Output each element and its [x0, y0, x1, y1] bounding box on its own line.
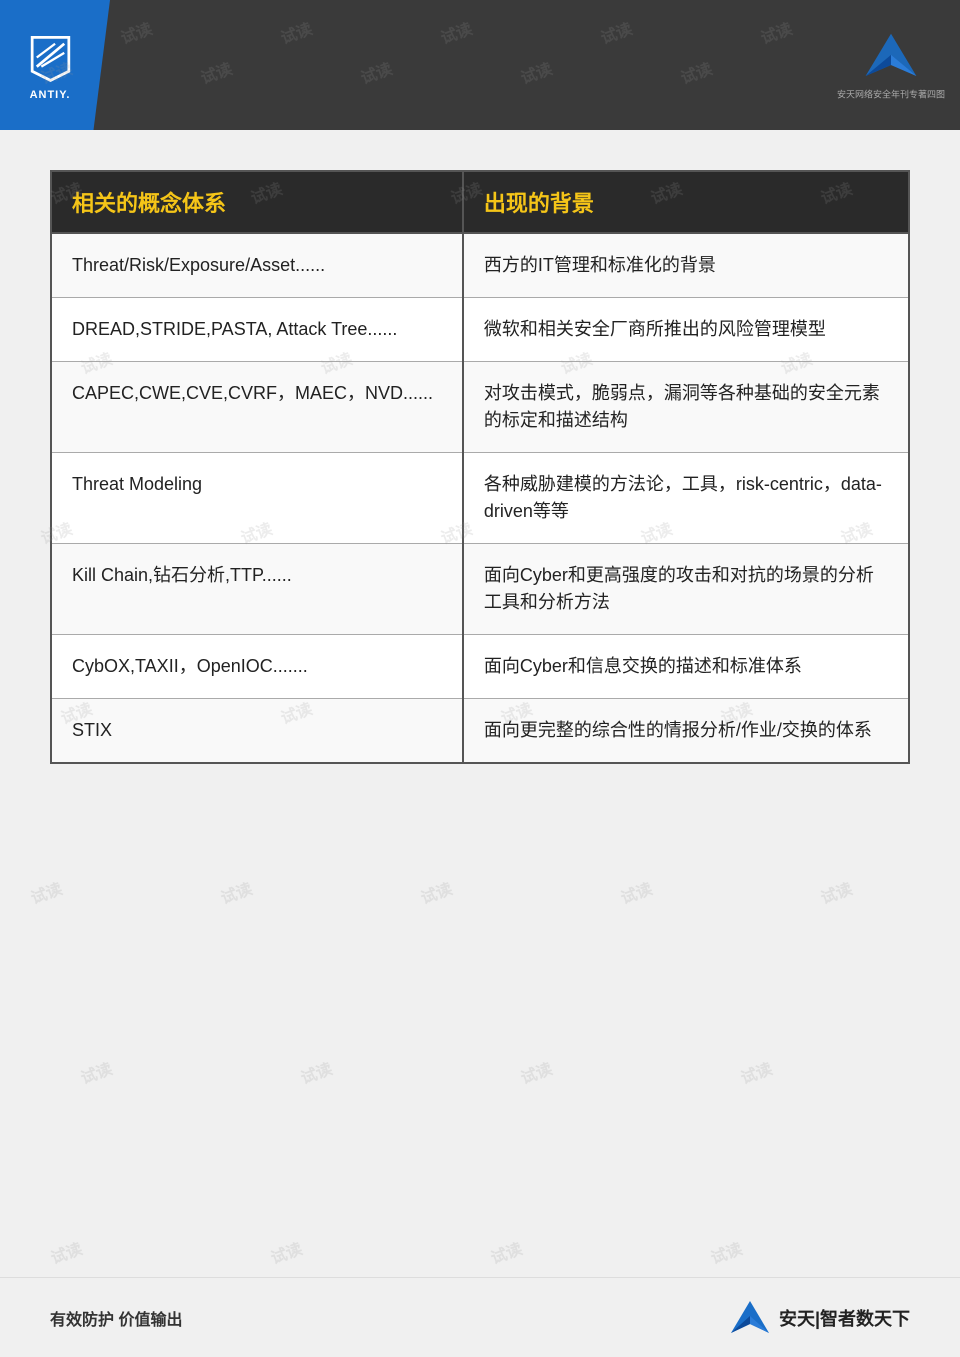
brand-subtitle: 安天网络安全年刊专著四图 — [837, 88, 945, 101]
table-cell-left: CAPEC,CWE,CVE,CVRF，MAEC，NVD...... — [51, 362, 463, 453]
watermark: 试读 — [517, 1055, 555, 1089]
table-cell-right: 各种威胁建模的方法论，工具，risk-centric，data-driven等等 — [463, 453, 909, 544]
table-cell-left: Kill Chain,钻石分析,TTP...... — [51, 544, 463, 635]
table-cell-left: DREAD,STRIDE,PASTA, Attack Tree...... — [51, 298, 463, 362]
header-brand: 安天网络安全年刊专著四图 — [837, 30, 945, 101]
table-cell-right: 面向Cyber和更高强度的攻击和对抗的场景的分析工具和分析方法 — [463, 544, 909, 635]
col1-header: 相关的概念体系 — [51, 171, 463, 233]
table-row: Threat/Risk/Exposure/Asset......西方的IT管理和… — [51, 233, 909, 298]
watermark: 试读 — [217, 875, 255, 909]
watermark: 试读 — [417, 875, 455, 909]
watermark: 试读 — [47, 1235, 85, 1269]
table-cell-right: 对攻击模式，脆弱点，漏洞等各种基础的安全元素的标定和描述结构 — [463, 362, 909, 453]
watermark: 试读 — [487, 1235, 525, 1269]
logo-text: ANTIY. — [30, 89, 71, 101]
footer: 有效防护 价值输出 安天|智者数天下 — [0, 1277, 960, 1357]
watermark: 试读 — [617, 875, 655, 909]
table-cell-left: CybOX,TAXII，OpenIOC....... — [51, 635, 463, 699]
footer-left-text: 有效防护 价值输出 — [50, 1306, 182, 1330]
main-content: 相关的概念体系 出现的背景 Threat/Risk/Exposure/Asset… — [0, 130, 960, 794]
col2-header: 出现的背景 — [463, 171, 909, 233]
table-row: STIX面向更完整的综合性的情报分析/作业/交换的体系 — [51, 699, 909, 764]
footer-brand-icon — [726, 1298, 774, 1338]
table-cell-left: STIX — [51, 699, 463, 764]
table-cell-left: Threat/Risk/Exposure/Asset...... — [51, 233, 463, 298]
header: ANTIY. 安天网络安全年刊专著四图 — [0, 0, 960, 130]
concept-table: 相关的概念体系 出现的背景 Threat/Risk/Exposure/Asset… — [50, 170, 910, 764]
logo-container: ANTIY. — [0, 0, 110, 130]
table-row: CAPEC,CWE,CVE,CVRF，MAEC，NVD......对攻击模式，脆… — [51, 362, 909, 453]
table-row: Kill Chain,钻石分析,TTP......面向Cyber和更高强度的攻击… — [51, 544, 909, 635]
watermark: 试读 — [77, 1055, 115, 1089]
antiy-logo-icon — [23, 30, 78, 85]
table-cell-right: 微软和相关安全厂商所推出的风险管理模型 — [463, 298, 909, 362]
watermark: 试读 — [267, 1235, 305, 1269]
table-row: CybOX,TAXII，OpenIOC.......面向Cyber和信息交换的描… — [51, 635, 909, 699]
watermark: 试读 — [817, 875, 855, 909]
footer-logo: 安天|智者数天下 — [726, 1298, 910, 1338]
watermark: 试读 — [737, 1055, 775, 1089]
footer-brand-text: 安天|智者数天下 — [779, 1305, 910, 1331]
table-row: Threat Modeling各种威胁建模的方法论，工具，risk-centri… — [51, 453, 909, 544]
watermark: 试读 — [27, 875, 65, 909]
table-cell-right: 西方的IT管理和标准化的背景 — [463, 233, 909, 298]
brand-logo-icon — [856, 30, 926, 85]
watermark: 试读 — [707, 1235, 745, 1269]
table-cell-left: Threat Modeling — [51, 453, 463, 544]
table-row: DREAD,STRIDE,PASTA, Attack Tree......微软和… — [51, 298, 909, 362]
watermark: 试读 — [297, 1055, 335, 1089]
table-cell-right: 面向Cyber和信息交换的描述和标准体系 — [463, 635, 909, 699]
table-cell-right: 面向更完整的综合性的情报分析/作业/交换的体系 — [463, 699, 909, 764]
